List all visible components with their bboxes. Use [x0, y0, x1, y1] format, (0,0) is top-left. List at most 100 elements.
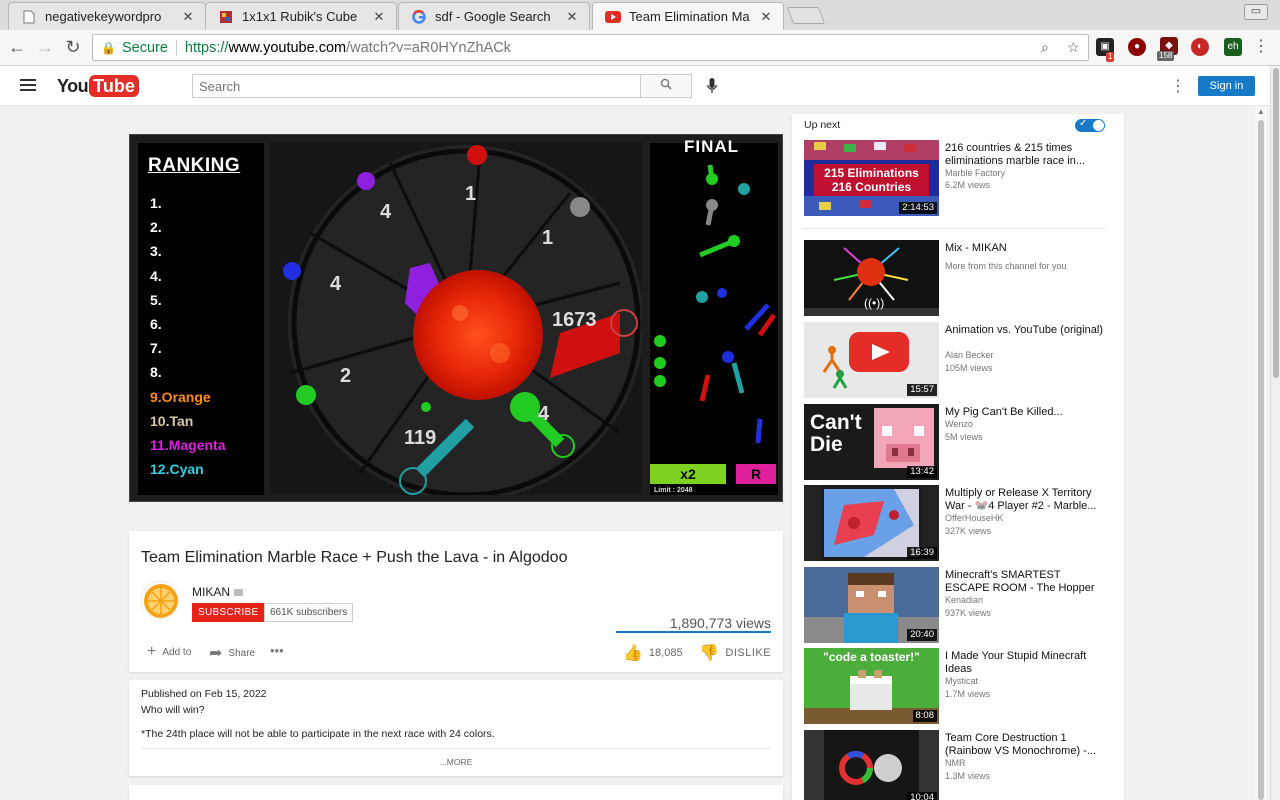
window-menu-icon[interactable]: ▭	[1244, 4, 1268, 20]
related-channel: NMR	[945, 758, 966, 768]
related-video[interactable]: 16:39 Multiply or Release X Territory Wa…	[804, 485, 1114, 561]
arena-number: 4	[380, 201, 392, 223]
arena-number: 4	[330, 273, 342, 295]
related-video[interactable]: ((•)) Mix - MIKAN More from this channel…	[804, 240, 1114, 316]
browser-menu-icon[interactable]: ⋮	[1250, 36, 1272, 58]
related-video[interactable]: 20:40 Minecraft's SMARTEST ESCAPE ROOM -…	[804, 567, 1114, 643]
related-title[interactable]: Mix - MIKAN	[945, 242, 1105, 255]
browser-tab[interactable]: sdf - Google Search ✕	[398, 2, 590, 30]
related-title[interactable]: Multiply or Release X Territory War - 🐭4…	[945, 487, 1105, 513]
video-thumbnail[interactable]: 15:57	[804, 322, 939, 398]
related-title[interactable]: My Pig Can't Be Killed...	[945, 406, 1105, 419]
like-ratio-bar	[616, 631, 771, 633]
related-video[interactable]: Can't Die 13:42 My Pig Can't Be Killed..…	[804, 404, 1114, 480]
page-scrollbar[interactable]: ▲	[1255, 106, 1267, 800]
show-more-button[interactable]: ...MORE	[129, 757, 783, 767]
related-channel: Kenadian	[945, 595, 984, 605]
related-title[interactable]: Team Core Destruction 1 (Rainbow VS Mono…	[945, 732, 1105, 758]
ranking-entry: 10.Tan	[150, 412, 194, 429]
video-thumbnail[interactable]: 20:40	[804, 567, 939, 643]
browser-tab[interactable]: 1x1x1 Rubik's Cube ✕	[205, 2, 397, 30]
subscribe-button[interactable]: SUBSCRIBE	[192, 603, 265, 622]
dislike-label: DISLIKE	[725, 647, 772, 659]
more-actions-icon[interactable]: •••	[270, 643, 290, 658]
share-button[interactable]: ➦ Share	[209, 643, 255, 663]
extension-icon[interactable]: ●	[1128, 38, 1146, 56]
back-arrow-icon[interactable]: ←	[6, 36, 28, 58]
scrollbar-thumb[interactable]	[1273, 68, 1279, 378]
video-thumbnail[interactable]: Can't Die 13:42	[804, 404, 939, 480]
new-tab-button[interactable]	[786, 7, 826, 24]
related-channel: Wenzo	[945, 419, 973, 429]
video-thumbnail[interactable]: 16:39	[804, 485, 939, 561]
video-thumbnail[interactable]: ((•))	[804, 240, 939, 316]
dislike-button[interactable]: 👎 DISLIKE	[699, 643, 771, 663]
video-thumbnail[interactable]: 215 Eliminations 216 Countries 2:14:53	[804, 140, 939, 216]
close-tab-icon[interactable]: ✕	[372, 9, 386, 25]
extension-icon[interactable]: eh	[1224, 38, 1242, 56]
tab-title: 1x1x1 Rubik's Cube	[242, 9, 358, 24]
logo-tube: Tube	[89, 75, 139, 97]
ranking-entry: 2.	[150, 219, 162, 236]
browser-tab[interactable]: negativekeywordpro ✕	[8, 2, 206, 30]
related-video[interactable]: 10:04 Team Core Destruction 1 (Rainbow V…	[804, 730, 1114, 800]
bookmark-star-icon[interactable]: ☆	[1067, 39, 1080, 56]
scroll-up-icon[interactable]: ▲	[1257, 107, 1265, 116]
video-thumbnail[interactable]: "code a toaster!" 8:08	[804, 648, 939, 724]
window-scrollbar[interactable]	[1270, 66, 1280, 800]
video-thumbnail[interactable]: 10:04	[804, 730, 939, 800]
browser-tab-bar: negativekeywordpro ✕ 1x1x1 Rubik's Cube …	[0, 0, 1280, 30]
related-video[interactable]: "code a toaster!" 8:08 I Made Your Stupi…	[804, 648, 1114, 724]
video-player[interactable]: RANKING 1. 2. 3. 4. 5. 6. 7. 8. 9.Orange 10.Tan 11…	[129, 134, 783, 502]
up-next-label: Up next	[804, 119, 841, 131]
related-title[interactable]: Minecraft's SMARTEST ESCAPE ROOM - The H…	[945, 569, 1105, 595]
reload-icon[interactable]: ↻	[62, 36, 84, 58]
divider	[175, 39, 177, 56]
ranking-entry: 4.	[150, 267, 162, 284]
browser-tab-active[interactable]: Team Elimination Ma ✕	[592, 2, 784, 30]
forward-arrow-icon[interactable]: →	[34, 36, 56, 58]
video-title: Team Elimination Marble Race + Push the …	[141, 549, 568, 566]
duration-badge: 13:42	[907, 466, 937, 478]
race-arena: 4 1 1 4 1673 2 119 4	[270, 143, 644, 501]
channel-avatar[interactable]	[141, 581, 179, 619]
autoplay-toggle[interactable]: ✓	[1075, 118, 1105, 132]
close-tab-icon[interactable]: ✕	[759, 9, 773, 25]
more-vert-icon[interactable]: ⋮	[1170, 76, 1186, 96]
channel-name-text: MIKAN	[192, 585, 231, 599]
related-title[interactable]: I Made Your Stupid Minecraft Ideas	[945, 650, 1105, 676]
related-views: 1.7M views	[945, 689, 991, 699]
close-tab-icon[interactable]: ✕	[181, 9, 195, 25]
related-video[interactable]: 15:57 Animation vs. YouTube (original) A…	[804, 322, 1114, 398]
browser-toolbar: ← → ↻ 🔒 Secure https:// www.youtube.com …	[0, 30, 1280, 66]
like-count: 18,085	[648, 647, 683, 659]
scrollbar-thumb[interactable]	[1258, 120, 1264, 800]
address-bar[interactable]: 🔒 Secure https:// www.youtube.com /watch…	[92, 34, 1089, 61]
add-to-button[interactable]: + Add to	[147, 643, 191, 661]
sign-in-button[interactable]: Sign in	[1198, 76, 1255, 96]
related-title[interactable]: 216 countries & 215 times eliminations m…	[945, 142, 1105, 168]
lock-icon: 🔒	[101, 40, 116, 55]
related-title[interactable]: Animation vs. YouTube (original)	[945, 324, 1105, 337]
extension-icon[interactable]: ◐	[1191, 38, 1209, 56]
zoom-icon[interactable]: ⌕	[1041, 39, 1049, 56]
related-video[interactable]: 215 Eliminations 216 Countries 2:14:53 2…	[804, 140, 1114, 216]
related-views: 5M views	[945, 432, 983, 442]
channel-name[interactable]: MIKAN	[192, 585, 244, 599]
toggle-knob	[1093, 120, 1104, 131]
related-channel: Marble Factory	[945, 168, 1006, 178]
arena-number: 1	[465, 183, 477, 205]
microphone-icon[interactable]	[707, 78, 717, 97]
like-button[interactable]: 👍 18,085	[623, 643, 683, 663]
search-input[interactable]	[192, 74, 640, 98]
close-tab-icon[interactable]: ✕	[565, 9, 579, 25]
add-to-label: Add to	[162, 646, 192, 658]
ranking-entry: 12.Cyan	[150, 461, 204, 478]
related-channel: OfferHouseHK	[945, 513, 1004, 523]
view-count: 1,890,773 views	[669, 615, 771, 631]
divider	[141, 748, 771, 749]
search-button[interactable]	[640, 74, 692, 98]
youtube-logo[interactable]: You Tube	[57, 75, 139, 97]
menu-icon[interactable]	[20, 79, 36, 91]
youtube-header: You Tube ⋮ Sign in	[0, 66, 1270, 106]
